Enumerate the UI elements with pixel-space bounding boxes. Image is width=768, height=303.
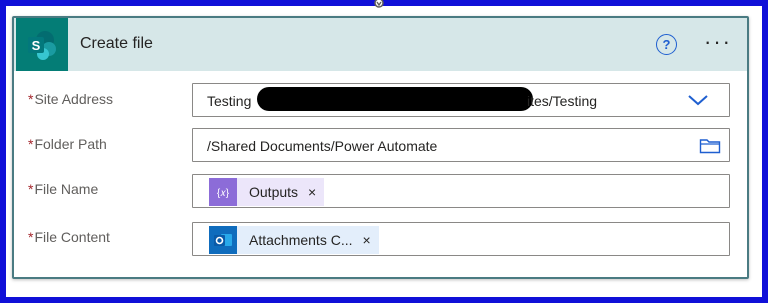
- outputs-token-body: Outputs ×: [237, 178, 325, 206]
- attachments-token-label: Attachments C...: [249, 232, 353, 248]
- file-name-input[interactable]: {𝑥} Outputs ×: [192, 174, 730, 208]
- chevron-down-icon[interactable]: [687, 92, 709, 108]
- site-address-dropdown[interactable]: Testing ites/Testing: [192, 83, 730, 117]
- attachments-token[interactable]: Attachments C... ×: [209, 226, 379, 254]
- ellipsis-icon[interactable]: ···: [704, 31, 732, 53]
- site-address-label: *Site Address: [28, 91, 113, 107]
- required-marker: *: [28, 181, 34, 197]
- site-address-label-text: Site Address: [34, 91, 114, 107]
- sharepoint-logo: S: [16, 18, 68, 71]
- remove-token-icon[interactable]: ×: [362, 232, 370, 248]
- site-address-value-suffix: ites/Testing: [527, 93, 598, 109]
- svg-text:{𝑥}: {𝑥}: [217, 188, 230, 199]
- required-marker: *: [28, 91, 34, 107]
- file-content-label: *File Content: [28, 229, 110, 245]
- redaction-mark: [257, 87, 533, 111]
- required-marker: *: [28, 229, 34, 245]
- folder-path-label-text: Folder Path: [34, 136, 107, 152]
- svg-text:S: S: [32, 38, 41, 53]
- folder-path-label: *Folder Path: [28, 136, 107, 152]
- folder-path-value: /Shared Documents/Power Automate: [207, 138, 438, 154]
- sharepoint-icon: S: [28, 30, 56, 60]
- attachments-token-body: Attachments C... ×: [237, 226, 379, 254]
- file-content-input[interactable]: Attachments C... ×: [192, 222, 730, 256]
- file-name-label: *File Name: [28, 181, 98, 197]
- expression-icon: {𝑥}: [209, 178, 237, 206]
- action-header[interactable]: S Create file ? ···: [14, 18, 747, 71]
- outputs-token-label: Outputs: [249, 184, 299, 200]
- outlook-icon: [209, 226, 237, 254]
- required-marker: *: [28, 136, 34, 152]
- folder-icon[interactable]: [699, 137, 721, 154]
- action-title[interactable]: Create file: [80, 35, 153, 53]
- file-content-label-text: File Content: [34, 229, 110, 245]
- question-circle-icon[interactable]: ?: [656, 34, 677, 55]
- outputs-token[interactable]: {𝑥} Outputs ×: [209, 178, 325, 206]
- site-address-value-prefix: Testing: [207, 93, 252, 109]
- create-file-action-card: S Create file ? ··· *Site Address Testin…: [12, 16, 749, 279]
- flow-connector-icon: [374, 0, 384, 8]
- remove-token-icon[interactable]: ×: [308, 184, 316, 200]
- folder-path-input[interactable]: /Shared Documents/Power Automate: [192, 128, 730, 162]
- file-name-label-text: File Name: [34, 181, 99, 197]
